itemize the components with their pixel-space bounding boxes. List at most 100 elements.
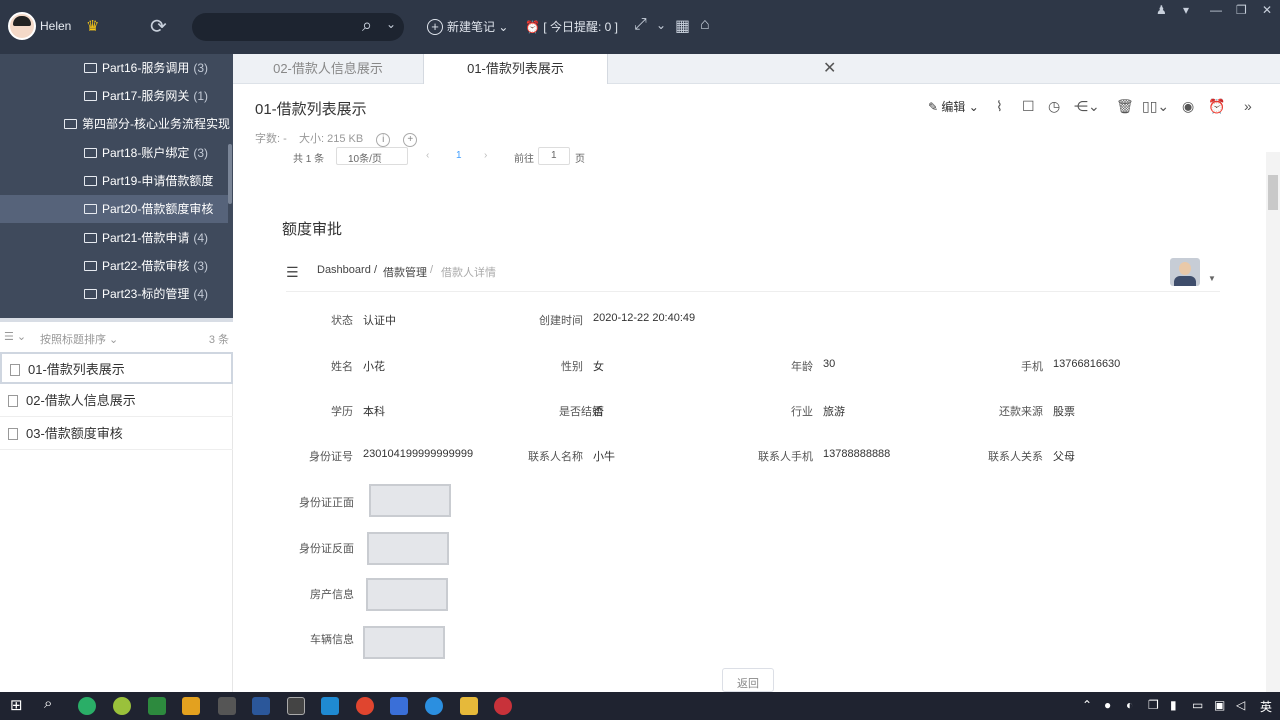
content-scrollbar[interactable]: [1266, 152, 1280, 692]
grid-icon[interactable]: ▦: [675, 16, 690, 36]
alarm-icon[interactable]: ⏰: [1208, 98, 1225, 115]
tree-item[interactable]: Part16-服务调用 (3): [84, 54, 208, 82]
tree-item[interactable]: Part19-申请借款额度: [84, 167, 213, 195]
contact-relation-value: 父母: [1053, 451, 1075, 463]
folder-icon[interactable]: [460, 697, 478, 715]
sync-icon[interactable]: ⟳: [150, 14, 167, 39]
back-button[interactable]: 返回: [722, 668, 774, 692]
id-back-image[interactable]: [367, 532, 449, 565]
qq-icon[interactable]: ●: [1104, 698, 1111, 712]
browser-icon[interactable]: [425, 697, 443, 715]
close-tab-icon[interactable]: ✕: [823, 54, 836, 84]
tray-icon[interactable]: ◐: [1126, 698, 1133, 712]
caret-down-icon[interactable]: ▼: [1208, 274, 1216, 283]
app-icon[interactable]: [182, 697, 200, 715]
reminder-button[interactable]: ⏰ [ 今日提醒: 0 ]: [525, 18, 618, 35]
user-avatar[interactable]: [8, 12, 36, 40]
prev-page-icon[interactable]: ‹: [426, 150, 429, 161]
content-scroll-thumb[interactable]: [1268, 175, 1278, 210]
restore-icon[interactable]: ❐: [1236, 3, 1247, 17]
vscode-icon[interactable]: [321, 697, 339, 715]
edit-button[interactable]: ✎ 编辑 ⌄: [928, 98, 979, 115]
note-list-item[interactable]: 02-借款人信息展示: [0, 385, 233, 417]
tab-loan-list[interactable]: 01-借款列表展示: [423, 54, 608, 84]
tray-icon[interactable]: ❐: [1148, 698, 1159, 712]
sort-icon[interactable]: ☰ ⌄: [4, 330, 26, 343]
menu-icon[interactable]: ▾: [1183, 3, 1189, 17]
current-page[interactable]: 1: [456, 150, 462, 161]
add-icon[interactable]: +: [403, 133, 418, 147]
windows-start-icon[interactable]: ⊞: [10, 696, 23, 714]
note-icon: [8, 428, 18, 440]
tree-scrollbar[interactable]: [228, 144, 232, 204]
house-info-image[interactable]: [366, 578, 448, 611]
network-icon[interactable]: ▣: [1214, 698, 1225, 712]
folder-icon: [84, 148, 97, 158]
search-icon[interactable]: ⌕: [362, 15, 372, 36]
share-icon[interactable]: ⋲⌄: [1074, 98, 1100, 115]
name-value: 小花: [363, 361, 385, 373]
weibo-icon[interactable]: ◉: [1182, 98, 1194, 115]
search-icon[interactable]: ⌕: [44, 695, 52, 712]
tree-item[interactable]: Part17-服务网关 (1): [84, 82, 208, 110]
chrome-icon[interactable]: [356, 697, 374, 715]
tray-expand-icon[interactable]: ⌃: [1082, 698, 1092, 712]
chevron-down-icon[interactable]: ⌄: [386, 17, 396, 31]
crumb-dashboard[interactable]: Dashboard: [317, 264, 371, 276]
avatar[interactable]: [1170, 258, 1200, 286]
per-page-label: 10条/页: [348, 154, 382, 165]
chevron-down-icon[interactable]: ⌄: [656, 18, 666, 32]
tree-item[interactable]: Part18-账户绑定 (3): [84, 139, 208, 167]
editor-icon[interactable]: [148, 697, 166, 715]
tree-item[interactable]: Part21-借款申请 (4): [84, 224, 208, 252]
info-icon[interactable]: i: [376, 133, 391, 147]
tree-item[interactable]: Part22-借款审核 (3): [84, 252, 208, 280]
tab-borrower-info[interactable]: 02-借款人信息展示: [233, 54, 423, 84]
username[interactable]: Helen: [40, 19, 71, 33]
comment-icon[interactable]: ☐: [1022, 98, 1035, 115]
mic-icon[interactable]: ▮: [1170, 698, 1177, 712]
expand-icon[interactable]: ⤢: [634, 16, 647, 34]
app-icon[interactable]: [494, 697, 512, 715]
more-icon[interactable]: »: [1244, 98, 1252, 114]
note-title[interactable]: 01-借款列表展示: [255, 98, 367, 119]
note-list-item[interactable]: 01-借款列表展示: [0, 352, 233, 384]
note-list-item[interactable]: 03-借款额度审核: [0, 418, 233, 450]
house-info-label: 房产信息: [310, 589, 354, 601]
app-icon[interactable]: [113, 697, 131, 715]
hamburger-icon[interactable]: ☰: [286, 264, 299, 281]
app-icon[interactable]: [390, 697, 408, 715]
new-note-label: 新建笔记: [447, 20, 496, 34]
close-icon[interactable]: ✕: [1262, 3, 1272, 17]
page-suffix: 页: [575, 154, 585, 165]
search-input[interactable]: [192, 13, 404, 41]
id-front-image[interactable]: [369, 484, 451, 517]
ime-indicator[interactable]: 英: [1260, 698, 1272, 715]
sort-dropdown[interactable]: 按照标题排序 ⌄: [40, 331, 118, 347]
home-icon[interactable]: ⌂: [700, 16, 710, 34]
volume-icon[interactable]: ◁: [1236, 698, 1245, 712]
crumb-loan-management[interactable]: 借款管理: [383, 264, 427, 280]
next-page-icon[interactable]: ›: [484, 150, 487, 161]
minimize-icon[interactable]: —: [1210, 3, 1222, 17]
tree-item[interactable]: Part23-标的管理 (4): [84, 280, 208, 308]
tree-item[interactable]: 第四部分-核心业务流程实现: [64, 110, 230, 138]
crown-icon[interactable]: ♛: [86, 17, 99, 35]
wechat-icon[interactable]: [78, 697, 96, 715]
delete-icon[interactable]: 🗑: [1116, 98, 1134, 115]
skin-icon[interactable]: ♟: [1156, 3, 1167, 17]
tree-item-label: Part23-标的管理: [102, 287, 190, 301]
terminal-icon[interactable]: [218, 697, 236, 715]
car-info-image[interactable]: [363, 626, 445, 659]
history-icon[interactable]: ◷: [1048, 98, 1060, 115]
top-bar: Helen ♛ ⟳ ⌕ ⌄ + 新建笔记 ⌄ ⏰ [ 今日提醒: 0 ] ⤢ ⌄ …: [0, 0, 1280, 54]
word-icon[interactable]: [252, 697, 270, 715]
attachment-icon[interactable]: ⌇: [996, 98, 1003, 115]
new-note-button[interactable]: + 新建笔记 ⌄: [427, 18, 508, 35]
read-mode-icon[interactable]: ▯▯⌄: [1142, 98, 1169, 115]
contact-phone-value: 13788888888: [823, 448, 891, 460]
tree-item-label: Part21-借款申请: [102, 231, 190, 245]
battery-icon[interactable]: ▭: [1192, 698, 1203, 712]
jetbrains-icon[interactable]: [287, 697, 305, 715]
tree-item-selected[interactable]: Part20-借款额度审核: [0, 195, 228, 223]
